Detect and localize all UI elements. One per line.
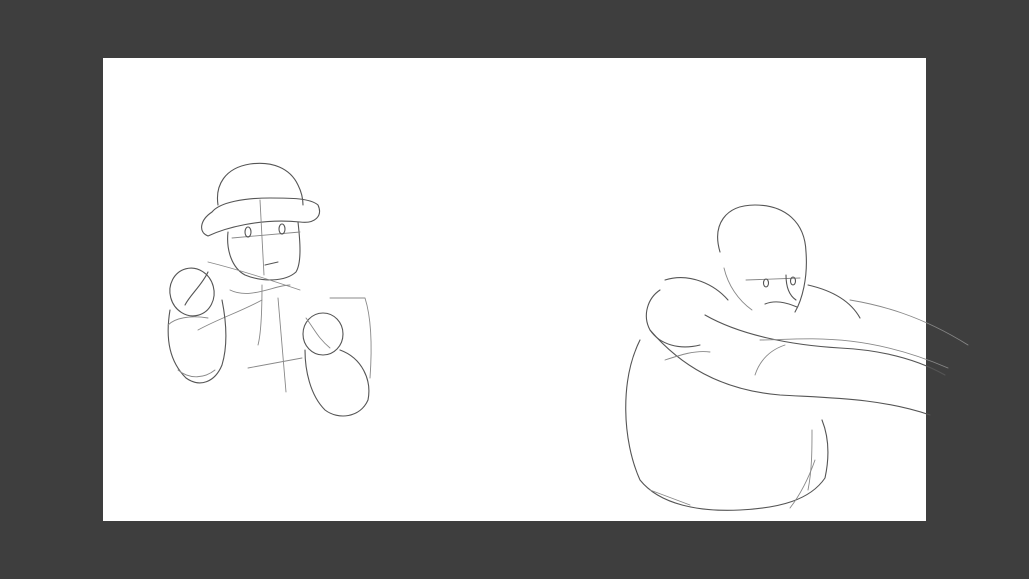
drawing-canvas[interactable] [103,58,926,521]
app-workspace [0,0,1029,579]
